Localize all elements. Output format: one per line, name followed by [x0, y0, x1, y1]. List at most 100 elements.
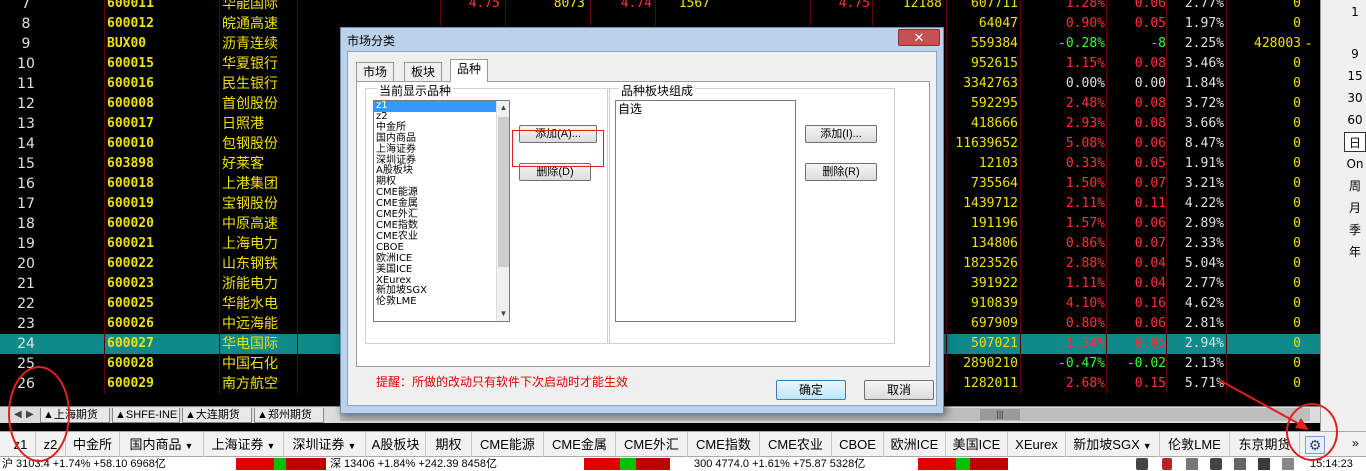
list-item[interactable]: 国内商品	[374, 133, 509, 145]
cell-e: 0	[1293, 16, 1301, 31]
cell-idx: 17	[17, 196, 35, 212]
sheet-tab[interactable]: ▲郑州期货	[254, 408, 324, 423]
cell-a: 559384	[971, 36, 1018, 51]
category-tab[interactable]: XEurex	[1008, 432, 1066, 457]
current-varieties-listbox[interactable]: z1 z2 中金所 国内商品 上海证券 深圳证券 A股板块 期权 CME能源 CME金属 CME外汇…	[373, 100, 510, 322]
cell-a: 191196	[971, 216, 1018, 231]
cell-b: 1.50%	[1065, 176, 1105, 191]
cell-p2: 8073	[553, 0, 585, 11]
print-icon[interactable]	[1136, 458, 1148, 470]
cell-b: 1.15%	[1065, 56, 1105, 71]
cell-c: 0.08	[1134, 116, 1166, 131]
scroll-down-icon[interactable]: ▼	[497, 307, 509, 321]
cell-c: 0.08	[1134, 56, 1166, 71]
category-tab[interactable]: 上海证券 ▼	[204, 432, 284, 457]
cell-a: 697909	[971, 316, 1018, 331]
delete-sector-button[interactable]: 删除(R)	[805, 163, 877, 181]
cell-a: 64047	[978, 16, 1018, 31]
period-item[interactable]: 季	[1344, 220, 1366, 240]
list-item[interactable]: 伦敦LME	[374, 296, 509, 308]
cell-name: 华夏银行	[222, 56, 278, 72]
tab-variety[interactable]: 品种	[450, 59, 489, 82]
cell-c: 0.00	[1134, 76, 1166, 91]
cell-code: 600029	[107, 376, 154, 391]
cell-d: 8.47%	[1184, 136, 1224, 151]
cell-c: 0.05	[1134, 156, 1166, 171]
category-tab[interactable]: 深圳证券 ▼	[284, 432, 366, 457]
lock-icon[interactable]	[1210, 458, 1222, 470]
period-item[interactable]: 60	[1344, 110, 1366, 130]
settings-mini-icon[interactable]	[1282, 458, 1294, 470]
status-300-index[interactable]: 300 4774.0 +1.61% +75.87 5328亿	[694, 457, 865, 471]
cell-e: 0	[1293, 56, 1301, 71]
period-item[interactable]: 周	[1344, 176, 1366, 196]
tab-market[interactable]: 市场	[356, 62, 395, 81]
tab-sector[interactable]: 板块	[404, 62, 443, 81]
category-tab[interactable]: 国内商品 ▼	[120, 432, 204, 457]
ok-button[interactable]: 确定	[776, 380, 846, 400]
category-tab[interactable]: CME农业	[760, 432, 832, 457]
category-tab[interactable]: CBOE	[832, 432, 884, 457]
category-label: CME能源	[480, 437, 535, 452]
list-item[interactable]: 美国ICE	[374, 264, 509, 276]
sheet-tab[interactable]: ▲SHFE-INE	[112, 408, 180, 423]
cell-a: 910839	[971, 296, 1018, 311]
table-row[interactable]: 7 600011 华能国际 4.75 8073 4.74 1567 4.75 12188 6077…	[0, 0, 1320, 14]
list-item[interactable]: z1	[374, 101, 509, 112]
period-item[interactable]: On	[1344, 154, 1366, 174]
period-item[interactable]: 日	[1344, 132, 1366, 152]
category-tab[interactable]: CME指数	[688, 432, 760, 457]
cell-b: 0.86%	[1065, 236, 1105, 251]
database-icon[interactable]	[1162, 458, 1172, 470]
list-item[interactable]: 自选	[616, 101, 795, 117]
cancel-button[interactable]: 取消	[864, 380, 934, 400]
status-sh-index[interactable]: 沪 3103.4 +1.74% +58.10 6968亿	[2, 457, 166, 471]
cell-c: 0.08	[1134, 96, 1166, 111]
list-item[interactable]: 上海证券	[374, 144, 509, 156]
cell-e: 0	[1293, 196, 1301, 211]
category-tab[interactable]: 美国ICE	[946, 432, 1008, 457]
period-item[interactable]: 年	[1344, 242, 1366, 262]
dropdown-arrow-icon[interactable]: ▼	[185, 441, 194, 451]
sound-icon[interactable]	[1258, 458, 1270, 470]
category-tab[interactable]: A股板块	[366, 432, 426, 457]
category-tab[interactable]: 期权	[426, 432, 472, 457]
dropdown-arrow-icon[interactable]: ▼	[1143, 441, 1152, 451]
cell-code: 600027	[107, 336, 154, 351]
more-categories-icon[interactable]: »	[1352, 436, 1359, 450]
category-label: CME农业	[768, 437, 823, 452]
category-tab[interactable]: CME金属	[544, 432, 616, 457]
listbox-scrollbar[interactable]: ▲ ▼	[496, 101, 509, 321]
cell-name: 日照港	[222, 116, 264, 132]
listbox-scroll-thumb[interactable]	[498, 117, 509, 267]
screen-icon[interactable]	[1186, 458, 1198, 470]
cell-c: 0.06	[1134, 136, 1166, 151]
cell-d: 3.72%	[1184, 96, 1224, 111]
cell-a: 418666	[971, 116, 1018, 131]
cell-name: 中原高速	[222, 216, 278, 232]
add-sector-button[interactable]: 添加(I)...	[805, 125, 877, 143]
cell-d: 2.13%	[1184, 356, 1224, 371]
status-sz-index[interactable]: 深 13406 +1.84% +242.39 8458亿	[330, 457, 497, 471]
cell-b: 4.10%	[1065, 296, 1105, 311]
sheet-tab[interactable]: ▲大连期货	[182, 408, 252, 423]
hscroll-thumb[interactable]: |||	[980, 409, 1020, 420]
category-tab[interactable]: CME外汇	[616, 432, 688, 457]
period-item[interactable]: 月	[1344, 198, 1366, 218]
period-item[interactable]: 15	[1344, 66, 1366, 86]
category-tab[interactable]: 欧洲ICE	[884, 432, 946, 457]
category-tab[interactable]: 新加坡SGX ▼	[1066, 432, 1160, 457]
cell-code: 600020	[107, 216, 154, 231]
list-item[interactable]: 欧洲ICE	[374, 253, 509, 265]
period-item[interactable]: 30	[1344, 88, 1366, 108]
period-item-1[interactable]: 1	[1344, 2, 1366, 22]
dropdown-arrow-icon[interactable]: ▼	[267, 441, 276, 451]
variety-sector-listbox[interactable]: 自选	[615, 100, 796, 322]
dropdown-arrow-icon[interactable]: ▼	[348, 441, 357, 451]
category-tab[interactable]: 中金所	[66, 432, 120, 457]
dialog-close-button[interactable]: ✕	[898, 29, 940, 46]
scroll-up-icon[interactable]: ▲	[497, 101, 509, 115]
category-tab[interactable]: CME能源	[472, 432, 544, 457]
period-item[interactable]: 9	[1344, 44, 1366, 64]
network-icon[interactable]	[1234, 458, 1246, 470]
